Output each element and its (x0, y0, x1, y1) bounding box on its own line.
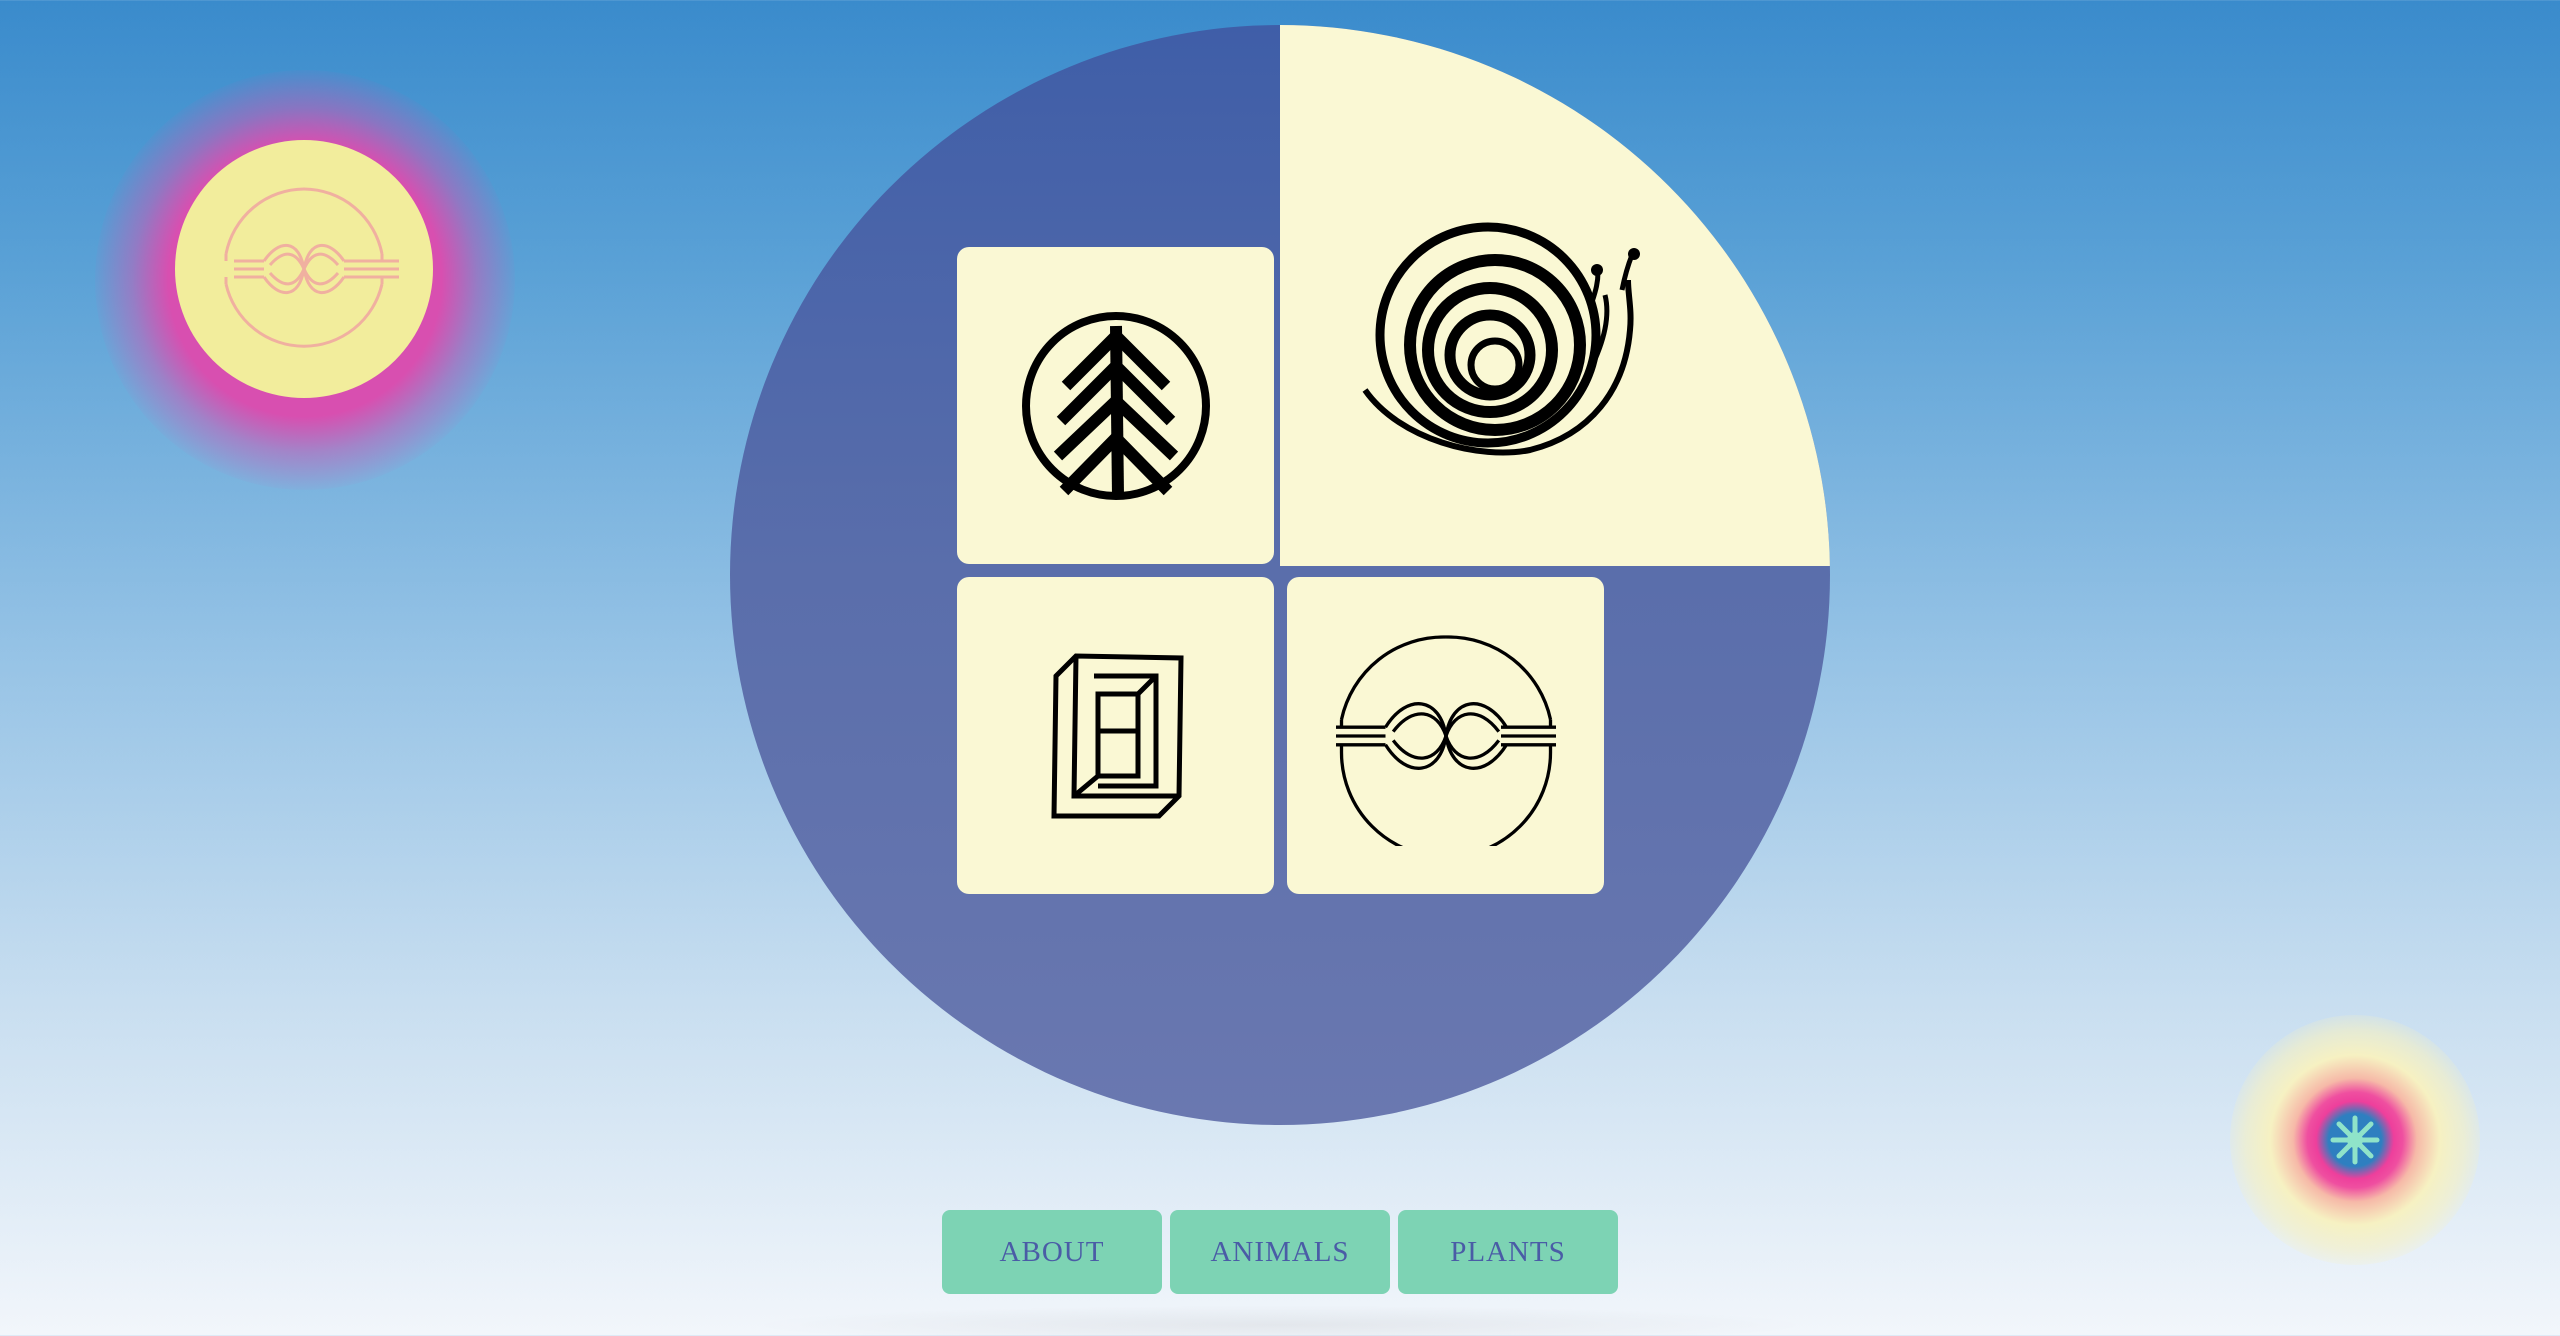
nav-animals-button[interactable]: ANIMALS (1170, 1210, 1390, 1294)
tile-square-spiral[interactable] (957, 577, 1274, 894)
tile-tree[interactable] (957, 247, 1274, 564)
square-spiral-icon (1050, 652, 1184, 818)
orb-knot-button[interactable] (175, 140, 433, 398)
nav-about-button[interactable]: ABOUT (942, 1210, 1162, 1294)
bottom-nav: ABOUT ANIMALS PLANTS (942, 1210, 1618, 1294)
knot-icon (1335, 634, 1556, 846)
bottom-shadow (740, 1305, 1820, 1336)
tile-knot[interactable] (1287, 577, 1604, 894)
knot-icon (224, 187, 399, 348)
snail-icon[interactable] (1360, 220, 1670, 470)
glow-orb-right[interactable] (2230, 1015, 2480, 1265)
flower-icon (2330, 1115, 2380, 1165)
nav-plants-button[interactable]: PLANTS (1398, 1210, 1618, 1294)
main-circle (730, 25, 1830, 1125)
tree-icon (1021, 311, 1210, 500)
